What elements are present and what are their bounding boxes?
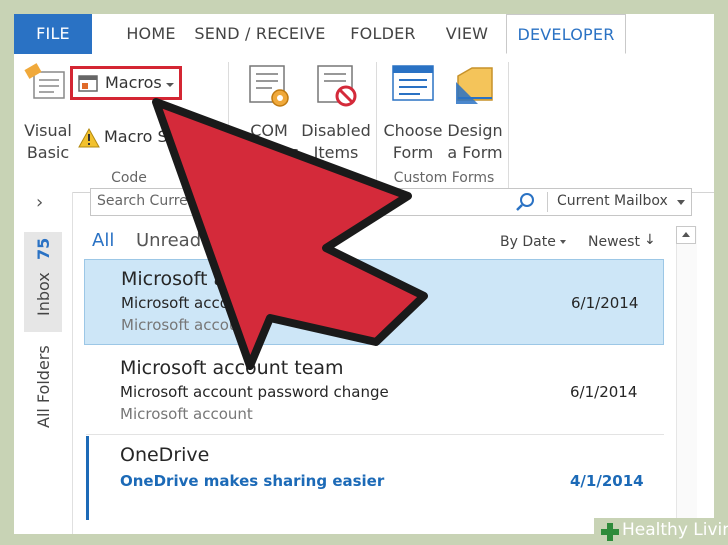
com-addins-button[interactable]: COM Add-Ins <box>238 60 300 170</box>
group-separator <box>228 62 229 188</box>
message-from: OneDrive <box>120 444 210 466</box>
message-row[interactable]: OneDrive OneDrive makes sharing easier 4… <box>84 436 664 522</box>
message-subject: Microsoft account unusual sign-in <box>121 294 373 312</box>
choose-form-label-2: Form <box>392 143 434 162</box>
visual-basic-label-2: Basic <box>26 143 70 162</box>
disabled-label-2: Items <box>313 143 359 162</box>
filter-unread[interactable]: Unread <box>136 230 201 251</box>
sort-dropdown-icon[interactable] <box>560 240 566 244</box>
ribbon: Visual Basic Macros Macro Security Code <box>14 54 714 193</box>
nav-all-folders[interactable]: All Folders <box>34 345 53 428</box>
choose-form-icon <box>392 65 434 101</box>
unread-indicator <box>86 436 89 520</box>
ribbon-tabs: FILE HOME SEND / RECEIVE FOLDER VIEW DEV… <box>14 14 714 55</box>
macros-dropdown-icon <box>166 83 174 87</box>
watermark-text: Healthy Living <box>622 520 728 540</box>
mail-filters: All Unread By Date Newest ↓ <box>90 228 670 258</box>
message-date: 6/1/2014 <box>570 383 638 401</box>
macro-security-label: Macro Security <box>104 127 224 146</box>
visual-basic-button[interactable]: Visual Basic <box>20 60 76 176</box>
search-icon[interactable] <box>515 192 537 212</box>
message-preview: Microsoft account <box>120 405 253 423</box>
search-divider <box>547 192 548 212</box>
inbox-label: Inbox <box>34 272 53 316</box>
design-form-label-2: a Form <box>447 143 503 162</box>
macros-label: Macros <box>105 73 162 92</box>
outlook-window: FILE HOME SEND / RECEIVE FOLDER VIEW DEV… <box>14 14 714 534</box>
warning-icon <box>78 128 100 148</box>
search-input[interactable]: Search Current Mailbox <box>97 193 260 209</box>
message-from: Microsoft account team <box>120 357 344 379</box>
nav-inbox[interactable]: Inbox 75 <box>24 232 62 332</box>
tab-view[interactable]: VIEW <box>434 14 500 54</box>
message-row[interactable]: Microsoft account team Microsoft account… <box>84 259 664 345</box>
macros-icon <box>78 75 98 92</box>
design-form-label-1: Design <box>447 121 503 140</box>
group-separator <box>508 62 509 188</box>
message-subject: Microsoft account password change <box>120 383 389 401</box>
message-from: Microsoft account team <box>121 268 345 290</box>
design-form-icon <box>456 67 493 104</box>
arrow-down-icon[interactable]: ↓ <box>644 232 656 248</box>
macros-button[interactable]: Macros <box>70 66 182 100</box>
macro-security-button[interactable]: Macro Security <box>76 126 226 152</box>
visual-basic-label-1: Visual <box>24 121 72 140</box>
tab-send-receive[interactable]: SEND / RECEIVE <box>192 14 328 54</box>
inbox-count: 75 <box>34 237 53 260</box>
design-form-button[interactable]: Design a Form <box>444 60 506 170</box>
scroll-up-button[interactable] <box>676 226 696 244</box>
group-separator <box>376 62 377 188</box>
row-divider <box>86 434 664 435</box>
com-label-1: COM <box>250 121 288 140</box>
message-subject: OneDrive makes sharing easier <box>120 472 385 490</box>
message-list-scrollbar[interactable] <box>676 226 697 534</box>
disabled-label-1: Disabled <box>301 121 371 140</box>
search-scope-select[interactable]: Current Mailbox <box>557 193 668 209</box>
watermark-logo: Healthy Living <box>594 518 728 545</box>
folder-pane: › Inbox 75 All Folders <box>14 192 73 534</box>
message-row[interactable]: Microsoft account team Microsoft account… <box>84 348 664 434</box>
visual-basic-icon <box>24 63 65 99</box>
sort-by-date[interactable]: By Date <box>500 234 556 250</box>
choose-form-label-1: Choose <box>383 121 443 140</box>
com-addins-icon <box>249 65 289 107</box>
choose-form-button[interactable]: Choose Form <box>382 60 444 170</box>
message-date: 6/1/2014 <box>571 294 639 312</box>
sort-order[interactable]: Newest <box>588 234 640 250</box>
expand-pane-icon[interactable]: › <box>36 192 43 213</box>
custom-forms-group-label: Custom Forms <box>393 170 495 186</box>
disabled-items-icon <box>317 65 357 107</box>
message-date: 4/1/2014 <box>570 472 644 490</box>
tab-folder[interactable]: FOLDER <box>344 14 422 54</box>
tab-home[interactable]: HOME <box>102 14 200 54</box>
com-label-2: Add-Ins <box>239 143 299 162</box>
scope-dropdown-icon[interactable] <box>677 200 685 205</box>
tab-developer[interactable]: DEVELOPER <box>506 14 626 54</box>
disabled-items-button[interactable]: Disabled Items <box>300 60 372 170</box>
message-preview: Microsoft account <box>121 316 254 334</box>
tab-file[interactable]: FILE <box>14 14 92 54</box>
code-group-label: Code <box>111 170 147 186</box>
health-cross-icon <box>601 523 619 541</box>
search-box: Search Current Mailbox Current Mailbox <box>90 188 692 216</box>
scroll-up-icon <box>682 232 690 237</box>
filter-all[interactable]: All <box>92 230 114 251</box>
